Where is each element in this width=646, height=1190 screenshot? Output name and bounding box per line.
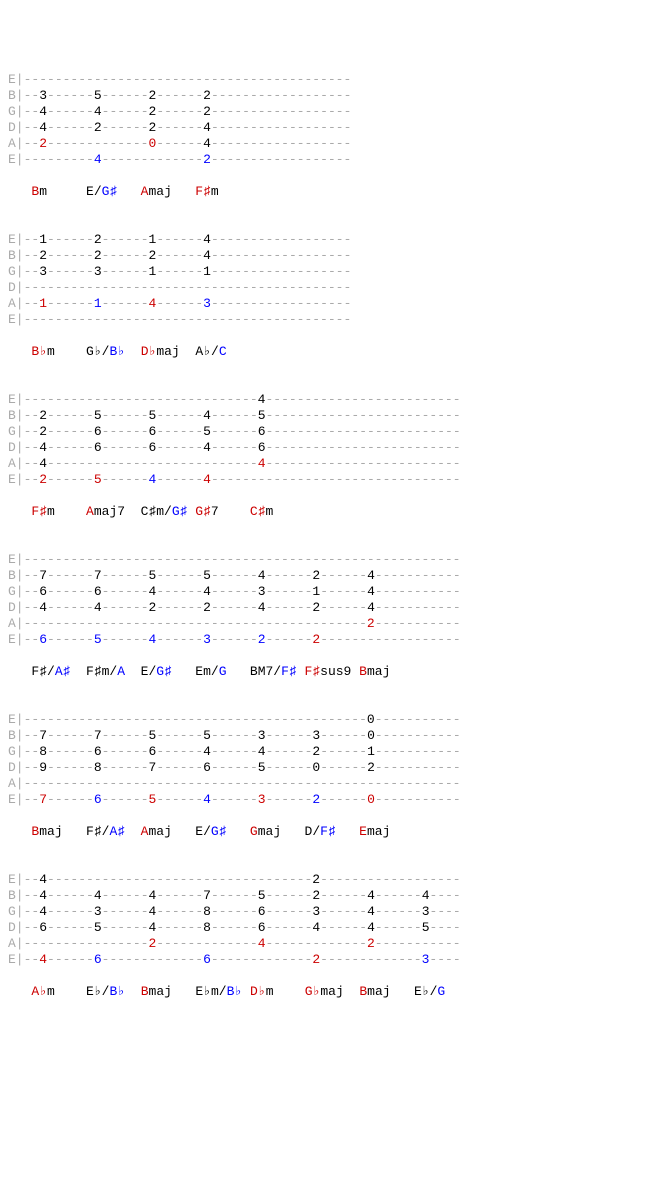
tab-block-0: E|--------------------------------------… bbox=[8, 72, 638, 200]
tab-block-1: E|--1------2------1------4--------------… bbox=[8, 232, 638, 360]
tab-block-3: E|--------------------------------------… bbox=[8, 552, 638, 680]
tab-block-5: E|--4----------------------------------2… bbox=[8, 872, 638, 1000]
tab-block-2: E|------------------------------4-------… bbox=[8, 392, 638, 520]
tab-block-4: E|--------------------------------------… bbox=[8, 712, 638, 840]
